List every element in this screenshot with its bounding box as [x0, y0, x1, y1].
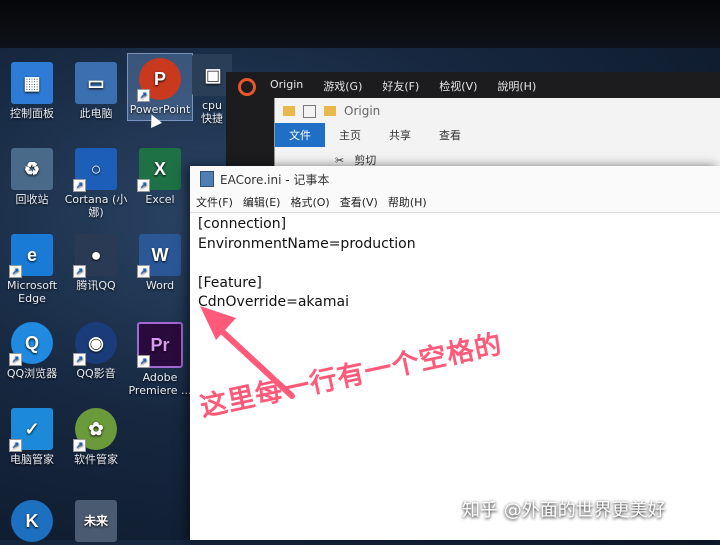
- origin-menu-item[interactable]: Origin: [270, 78, 303, 94]
- text-line: [Feature]: [198, 274, 262, 291]
- origin-menu-bar: Origin 游戏(G) 好友(F) 检视(V) 說明(H): [226, 78, 536, 94]
- qq-player-icon: ◉ ↗: [73, 322, 117, 366]
- tab-share[interactable]: 共享: [375, 123, 425, 147]
- checkbox-icon: [303, 104, 316, 118]
- icon-label: 控制面板: [10, 107, 54, 120]
- powerpoint-icon: P ↗: [137, 58, 181, 102]
- text-line: [connection]: [198, 216, 287, 232]
- watermark: 知乎 @外面的世界更美好: [462, 500, 666, 521]
- computer-icon: ▭: [75, 62, 117, 104]
- icon-label: 电脑管家: [10, 453, 54, 466]
- icon-label: Microsoft Edge: [6, 279, 58, 305]
- control-panel-icon: ▦: [11, 62, 53, 104]
- menu-format[interactable]: 格式(O): [290, 194, 329, 210]
- icon-label: Cortana (小 娜): [64, 193, 128, 219]
- desktop-icon-edge[interactable]: e ↗ Microsoft Edge: [0, 234, 64, 305]
- origin-menu-item[interactable]: 好友(F): [382, 78, 419, 94]
- explorer-window[interactable]: Origin 文件 主页 共享 查看 ✂ 剪切: [274, 98, 720, 174]
- weilai-app-icon: 未来: [75, 500, 117, 542]
- desktop-icon-weilai[interactable]: 未来: [64, 500, 128, 545]
- desktop-icon-software-manager[interactable]: ✿ ↗ 软件管家: [64, 408, 128, 466]
- qq-penguin-icon: ● ↗: [73, 234, 117, 278]
- text-line: [198, 254, 712, 274]
- menu-file[interactable]: 文件(F): [196, 194, 233, 210]
- desktop-icon-pc-manager[interactable]: ✓ ↗ 电脑管家: [0, 408, 64, 466]
- desktop-icon-this-pc[interactable]: ▭ 此电脑: [64, 62, 128, 120]
- pc-manager-icon: ✓ ↗: [9, 408, 53, 452]
- desktop-icon-control-panel[interactable]: ▦ 控制面板: [0, 62, 64, 120]
- desktop-icon-powerpoint[interactable]: P ↗ PowerPoint: [127, 53, 193, 121]
- premiere-icon: Pr ↗: [137, 322, 183, 368]
- notepad-titlebar: EACore.ini - 记事本: [190, 166, 720, 192]
- recycle-bin-icon: ♻: [11, 148, 53, 190]
- tab-view[interactable]: 查看: [425, 123, 475, 147]
- scissors-icon: ✂: [335, 153, 345, 167]
- monitor-bezel: [0, 0, 720, 48]
- desktop-icon-cortana[interactable]: ○ ↗ Cortana (小 娜): [64, 148, 128, 219]
- software-manager-icon: ✿ ↗: [73, 408, 117, 452]
- explorer-titlebar: Origin: [275, 98, 720, 124]
- desktop-icon-word[interactable]: W ↗ Word: [128, 234, 192, 292]
- icon-label: Word: [145, 279, 175, 292]
- icon-label: 腾讯QQ: [76, 279, 116, 292]
- desktop-icon-excel[interactable]: X ↗ Excel: [128, 148, 192, 206]
- icon-label: Excel: [145, 193, 175, 206]
- menu-edit[interactable]: 编辑(E): [243, 194, 281, 210]
- desktop-icon-k[interactable]: K: [0, 500, 64, 545]
- desktop-icon-qq-browser[interactable]: Q ↗ QQ浏览器: [0, 322, 64, 380]
- cortana-icon: ○ ↗: [73, 148, 117, 192]
- k-app-icon: K: [11, 500, 53, 542]
- tab-file[interactable]: 文件: [275, 123, 325, 147]
- edge-icon: e ↗: [9, 234, 53, 278]
- word-icon: W ↗: [137, 234, 181, 278]
- desktop-icon-recycle-bin[interactable]: ♻ 回收站: [0, 148, 64, 206]
- notepad-title: EACore.ini - 记事本: [220, 172, 330, 187]
- notepad-menu-bar: 文件(F) 编辑(E) 格式(O) 查看(V) 帮助(H): [190, 192, 720, 212]
- icon-label: 软件管家: [74, 453, 118, 466]
- icon-label: QQ浏览器: [6, 367, 58, 380]
- desktop-icon-qq[interactable]: ● ↗ 腾讯QQ: [64, 234, 128, 292]
- desktop-icon-qq-player[interactable]: ◉ ↗ QQ影音: [64, 322, 128, 380]
- origin-menu-item[interactable]: 游戏(G): [323, 78, 362, 94]
- folder-icon: [324, 106, 336, 116]
- icon-label: 此电脑: [79, 107, 113, 120]
- text-line: EnvironmentName=production: [198, 235, 416, 252]
- menu-help[interactable]: 帮助(H): [388, 194, 427, 210]
- icon-label: QQ影音: [76, 367, 116, 380]
- tab-home[interactable]: 主页: [325, 123, 375, 147]
- explorer-ribbon-tabs: 文件 主页 共享 查看: [275, 123, 720, 147]
- notepad-icon: [200, 171, 214, 187]
- desktop-icon-premiere[interactable]: Pr ↗ Adobe Premiere ...: [128, 322, 192, 397]
- origin-menu-item[interactable]: 說明(H): [497, 78, 536, 94]
- icon-label: Adobe Premiere ...: [128, 371, 192, 397]
- folder-icon: [283, 106, 295, 116]
- origin-menu-item[interactable]: 检视(V): [439, 78, 477, 94]
- excel-icon: X ↗: [137, 148, 181, 192]
- icon-label: 回收站: [15, 193, 49, 206]
- icon-label: PowerPoint: [129, 103, 191, 116]
- icon-label: cpu 快捷: [201, 99, 223, 125]
- explorer-title: Origin: [344, 104, 381, 118]
- qq-browser-icon: Q ↗: [9, 322, 53, 366]
- text-line: CdnOverride=akamai: [198, 294, 349, 310]
- menu-view[interactable]: 查看(V): [340, 194, 378, 210]
